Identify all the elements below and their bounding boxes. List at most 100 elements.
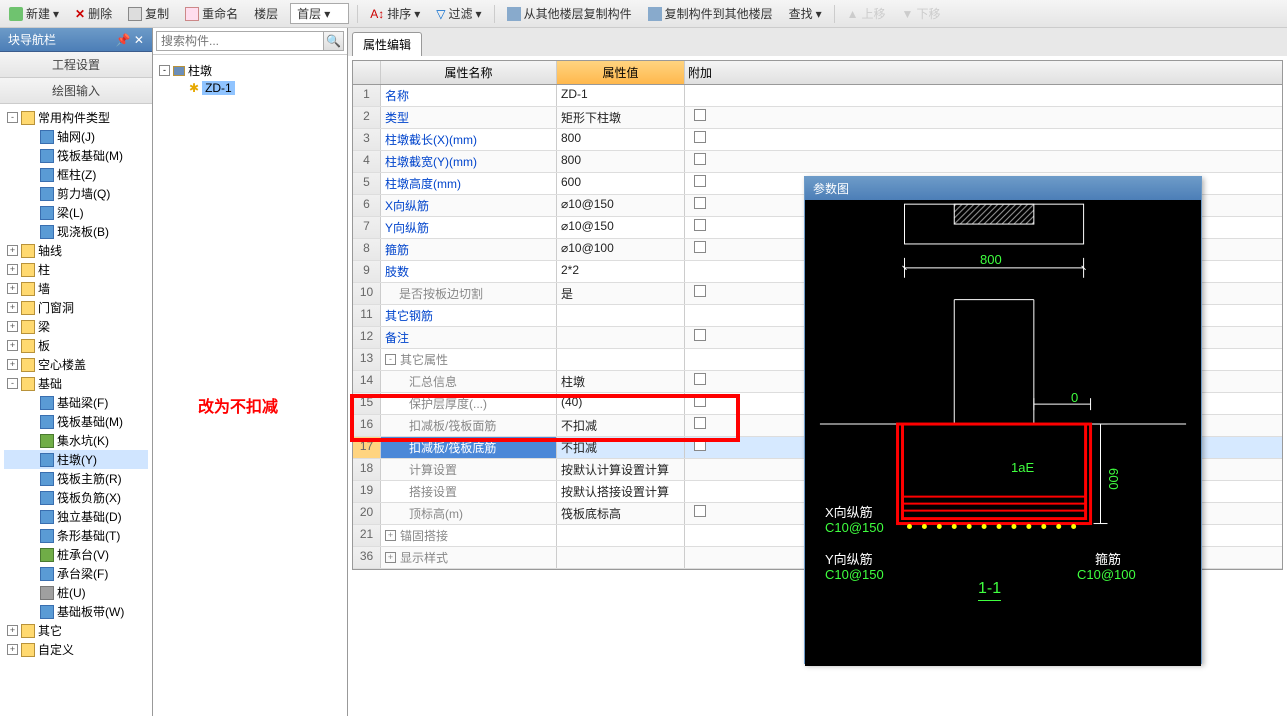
nav-tree-item[interactable]: +自定义 (4, 640, 148, 659)
nav-tree-item[interactable]: 独立基础(D) (4, 507, 148, 526)
checkbox[interactable] (694, 439, 706, 451)
property-value[interactable]: ⌀10@150 (557, 195, 685, 216)
property-extra[interactable] (685, 305, 715, 326)
property-value[interactable]: (40) (557, 393, 685, 414)
nav-tree-item[interactable]: +其它 (4, 621, 148, 640)
property-extra[interactable] (685, 261, 715, 282)
property-extra[interactable] (685, 349, 715, 370)
nav-tree-item[interactable]: 现浇板(B) (4, 222, 148, 241)
property-value[interactable]: ⌀10@150 (557, 217, 685, 238)
nav-tree[interactable]: -常用构件类型轴网(J)筏板基础(M)框柱(Z)剪力墙(Q)梁(L)现浇板(B)… (0, 104, 152, 716)
search-input[interactable] (156, 31, 324, 51)
expander-icon[interactable]: - (7, 378, 18, 389)
checkbox[interactable] (694, 505, 706, 517)
property-value[interactable] (557, 525, 685, 546)
property-extra[interactable] (685, 393, 715, 414)
property-value[interactable]: 是 (557, 283, 685, 304)
checkbox[interactable] (694, 131, 706, 143)
checkbox[interactable] (694, 417, 706, 429)
expander-icon[interactable]: + (7, 359, 18, 370)
nav-tree-item[interactable]: 筏板负筋(X) (4, 488, 148, 507)
new-button[interactable]: 新建▾ (5, 3, 63, 24)
property-value[interactable]: 不扣减 (557, 437, 685, 458)
property-extra[interactable] (685, 217, 715, 238)
nav-tree-item[interactable]: 框柱(Z) (4, 165, 148, 184)
checkbox[interactable] (694, 373, 706, 385)
nav-tree-item[interactable]: 梁(L) (4, 203, 148, 222)
property-extra[interactable] (685, 239, 715, 260)
property-row[interactable]: 1 名称 ZD-1 (353, 85, 1282, 107)
sort-button[interactable]: A↕ 排序▾ (366, 3, 424, 24)
nav-tree-item[interactable]: 集水坑(K) (4, 431, 148, 450)
copy-from-floor-button[interactable]: 从其他楼层复制构件 (503, 3, 636, 24)
nav-tree-item[interactable]: +门窗洞 (4, 298, 148, 317)
filter-button[interactable]: ▽ 过滤▾ (432, 3, 485, 24)
nav-tree-item[interactable]: 轴网(J) (4, 127, 148, 146)
property-extra[interactable] (685, 327, 715, 348)
property-value[interactable]: 筏板底标高 (557, 503, 685, 524)
property-extra[interactable] (685, 371, 715, 392)
checkbox[interactable] (694, 285, 706, 297)
property-row[interactable]: 2 类型 矩形下柱墩 (353, 107, 1282, 129)
copy-to-floor-button[interactable]: 复制构件到其他楼层 (644, 3, 777, 24)
nav-tree-item[interactable]: +轴线 (4, 241, 148, 260)
property-extra[interactable] (685, 547, 715, 568)
nav-tree-item[interactable]: +空心楼盖 (4, 355, 148, 374)
nav-tree-item[interactable]: 筏板基础(M) (4, 146, 148, 165)
comp-tree-item[interactable]: ✱ ZD-1 (159, 80, 341, 96)
expander-icon[interactable]: + (7, 340, 18, 351)
property-value[interactable]: 矩形下柱墩 (557, 107, 685, 128)
nav-tree-item[interactable]: 桩承台(V) (4, 545, 148, 564)
property-value[interactable]: 2*2 (557, 261, 685, 282)
property-value[interactable]: 按默认计算设置计算 (557, 459, 685, 480)
expander-icon[interactable]: - (159, 65, 170, 76)
comp-tree-root[interactable]: - 柱墩 (159, 61, 341, 80)
property-value[interactable] (557, 547, 685, 568)
property-value[interactable]: 不扣减 (557, 415, 685, 436)
property-value[interactable]: 柱墩 (557, 371, 685, 392)
find-button[interactable]: 查找▾ (785, 3, 826, 24)
col-value-header[interactable]: 属性值 (557, 61, 685, 84)
nav-menu-project[interactable]: 工程设置 (0, 52, 152, 78)
property-value[interactable]: 600 (557, 173, 685, 194)
nav-tree-item[interactable]: +墙 (4, 279, 148, 298)
property-extra[interactable] (685, 283, 715, 304)
nav-tree-item[interactable]: 桩(U) (4, 583, 148, 602)
nav-menu-drawing[interactable]: 绘图输入 (0, 78, 152, 104)
property-extra[interactable] (685, 459, 715, 480)
rename-button[interactable]: 重命名 (181, 3, 242, 24)
checkbox[interactable] (694, 395, 706, 407)
property-extra[interactable] (685, 503, 715, 524)
checkbox[interactable] (694, 197, 706, 209)
nav-tree-item[interactable]: 承台梁(F) (4, 564, 148, 583)
nav-tree-item[interactable]: +柱 (4, 260, 148, 279)
property-value[interactable]: 按默认搭接设置计算 (557, 481, 685, 502)
expander-icon[interactable]: + (7, 283, 18, 294)
checkbox[interactable] (694, 219, 706, 231)
nav-tree-item[interactable]: -常用构件类型 (4, 108, 148, 127)
floor-select[interactable]: 首层▾ (290, 3, 349, 24)
property-row[interactable]: 4 柱墩截宽(Y)(mm) 800 (353, 151, 1282, 173)
property-extra[interactable] (685, 525, 715, 546)
expander-icon[interactable]: + (7, 264, 18, 275)
search-button[interactable]: 🔍 (324, 31, 344, 51)
property-value[interactable]: 800 (557, 129, 685, 150)
property-row[interactable]: 3 柱墩截长(X)(mm) 800 (353, 129, 1282, 151)
property-value[interactable] (557, 327, 685, 348)
nav-tree-item[interactable]: -基础 (4, 374, 148, 393)
expander-icon[interactable]: + (7, 245, 18, 256)
nav-tree-item[interactable]: 筏板基础(M) (4, 412, 148, 431)
property-value[interactable]: ⌀10@100 (557, 239, 685, 260)
property-value[interactable] (557, 349, 685, 370)
expander-icon[interactable]: + (7, 644, 18, 655)
property-extra[interactable] (685, 151, 715, 172)
copy-button[interactable]: 复制 (124, 3, 173, 24)
checkbox[interactable] (694, 241, 706, 253)
checkbox[interactable] (694, 153, 706, 165)
nav-tree-item[interactable]: 基础梁(F) (4, 393, 148, 412)
property-extra[interactable] (685, 85, 715, 106)
property-value[interactable]: ZD-1 (557, 85, 685, 106)
property-extra[interactable] (685, 173, 715, 194)
nav-tree-item[interactable]: 条形基础(T) (4, 526, 148, 545)
tab-property-edit[interactable]: 属性编辑 (352, 32, 422, 56)
